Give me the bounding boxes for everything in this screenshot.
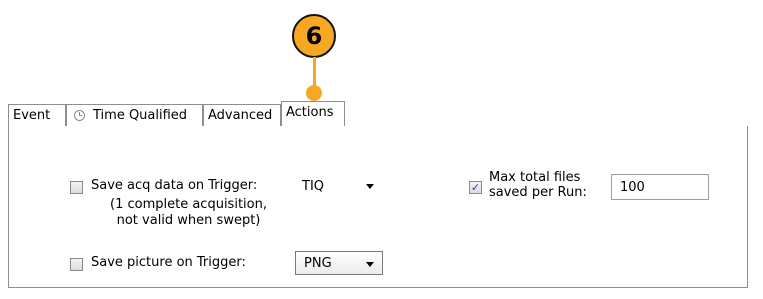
save-acq-label: Save acq data on Trigger: bbox=[91, 178, 258, 193]
tab-time-qualified[interactable]: Time Qualified bbox=[66, 104, 203, 126]
max-files-label: Max total files saved per Run: bbox=[489, 170, 587, 200]
actions-panel: Save acq data on Trigger: (1 complete ac… bbox=[8, 126, 748, 288]
tab-actions-label: Actions bbox=[286, 105, 334, 120]
clock-icon bbox=[74, 110, 85, 121]
tab-actions[interactable]: Actions bbox=[281, 101, 345, 127]
max-files-label-line1: Max total files bbox=[489, 170, 581, 185]
tab-advanced[interactable]: Advanced bbox=[203, 104, 281, 126]
tab-event[interactable]: Event bbox=[8, 104, 66, 126]
tab-event-label: Event bbox=[13, 108, 51, 123]
acq-format-value: TIQ bbox=[302, 178, 325, 194]
save-acq-note-line1: (1 complete acquisition, bbox=[110, 197, 267, 212]
picture-format-dropdown[interactable]: PNG bbox=[295, 251, 383, 275]
tab-time-qualified-label: Time Qualified bbox=[93, 108, 188, 123]
save-picture-label: Save picture on Trigger: bbox=[91, 255, 246, 270]
max-files-input[interactable]: 100 bbox=[611, 174, 709, 200]
callout-number-badge: 6 bbox=[292, 14, 336, 58]
max-files-label-line2: saved per Run: bbox=[489, 185, 587, 200]
chevron-down-icon bbox=[366, 184, 374, 189]
chevron-down-icon bbox=[366, 262, 374, 267]
picture-format-value: PNG bbox=[304, 255, 332, 271]
callout-pointer-dot bbox=[306, 85, 322, 101]
save-acq-note-line2: not valid when swept) bbox=[116, 213, 261, 228]
callout-leader-line bbox=[313, 57, 316, 87]
save-acq-checkbox[interactable] bbox=[70, 181, 83, 194]
tab-bar: Event Time Qualified Advanced Actions bbox=[8, 101, 748, 127]
save-picture-checkbox[interactable] bbox=[70, 258, 83, 271]
save-acq-note: (1 complete acquisition, not valid when … bbox=[91, 197, 286, 229]
max-files-value: 100 bbox=[620, 179, 645, 195]
tab-advanced-label: Advanced bbox=[208, 108, 273, 123]
checkmark-icon: ✓ bbox=[470, 181, 481, 194]
max-files-checkbox[interactable]: ✓ bbox=[469, 181, 482, 194]
acq-format-dropdown[interactable]: TIQ bbox=[294, 174, 382, 198]
